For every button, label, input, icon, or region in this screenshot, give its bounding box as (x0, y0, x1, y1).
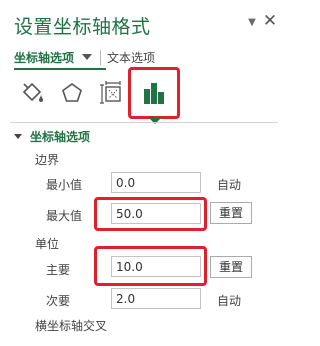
major-reset-button[interactable]: 重置 (210, 256, 252, 278)
min-label: 最小值 (46, 178, 83, 192)
minor-value-input[interactable] (111, 288, 201, 309)
major-label: 主要 (46, 263, 71, 277)
tab-text-options[interactable]: 文本选项 (107, 49, 155, 66)
pane-title: 设置坐标轴格式 (14, 16, 151, 38)
fill-line-button[interactable] (15, 74, 49, 112)
min-auto-text: 自动 (217, 178, 242, 192)
effects-button[interactable] (55, 74, 89, 112)
chevron-down-icon[interactable] (82, 54, 93, 60)
max-value-input[interactable] (111, 203, 201, 224)
axis-options-button[interactable] (133, 70, 175, 116)
divider (10, 122, 278, 123)
options-tabbar: 坐标轴选项 文本选项 (14, 48, 155, 66)
major-value-input[interactable] (111, 256, 201, 277)
tab-separator (100, 49, 102, 65)
axis-options-bar-chart-icon (144, 83, 164, 104)
size-properties-button[interactable] (95, 74, 129, 112)
section-title: 坐标轴选项 (30, 130, 91, 144)
bounds-group-label: 边界 (35, 153, 60, 167)
tab-axis-options[interactable]: 坐标轴选项 (14, 49, 74, 66)
pin-down-icon[interactable]: ▼ (245, 17, 259, 29)
minor-auto-text: 自动 (217, 294, 242, 308)
active-tab-underline (14, 68, 106, 70)
max-reset-button[interactable]: 重置 (210, 202, 252, 224)
units-group-label: 单位 (35, 237, 60, 251)
max-label: 最大值 (46, 209, 83, 223)
close-icon[interactable]: ✕ (262, 12, 278, 30)
minor-label: 次要 (46, 294, 71, 308)
section-header-axis-options[interactable]: 坐标轴选项 (14, 128, 90, 145)
fill-line-icon (22, 82, 43, 102)
format-axis-pane: 设置坐标轴格式 ▼ ✕ 坐标轴选项 文本选项 坐标轴选项 边界 最小值 0.0 … (0, 0, 285, 346)
collapse-caret-icon (14, 134, 22, 139)
effects-pentagon-icon (62, 83, 82, 102)
min-value-input[interactable] (111, 172, 201, 193)
size-properties-icon (100, 81, 121, 104)
horizontal-axis-crosses-label: 横坐标轴交叉 (35, 319, 108, 333)
